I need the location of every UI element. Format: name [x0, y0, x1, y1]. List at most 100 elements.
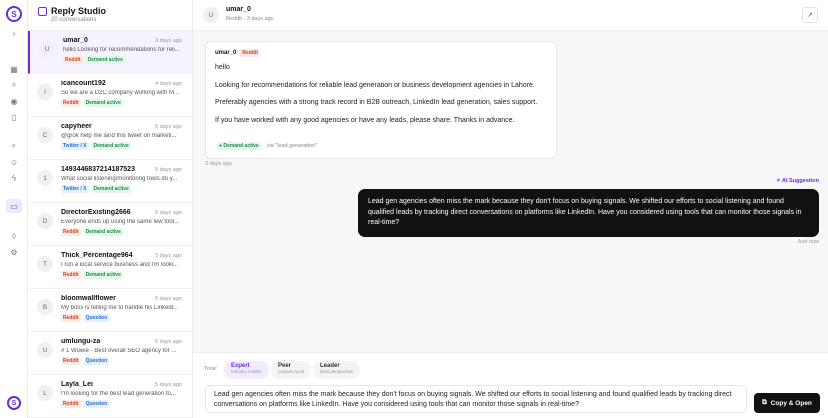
copy-open-button[interactable]: ⧉ Copy & Open — [754, 393, 820, 413]
conversation-item[interactable]: T Thick_Percentage964 5 days ago I run a lo… — [28, 246, 192, 289]
tag-badge: Reddit — [61, 228, 81, 236]
post-paragraph: If you have worked with any good agencie… — [215, 116, 515, 124]
external-link-icon[interactable]: ↗ — [802, 7, 818, 23]
tag-badge: Twitter / X — [61, 142, 89, 150]
panel-header: Reply Studio 20 conversations — [28, 0, 192, 31]
conversation-item[interactable]: Uumlungu-za 5 days ago # 1 Wowie - Best ov… — [28, 332, 192, 375]
conversation-time: 5 days ago — [155, 382, 182, 388]
avatar: T — [37, 256, 53, 272]
tag-badge: Question — [83, 314, 110, 322]
conversation-author: umlungu-za — [61, 338, 101, 345]
tag-badge: Reddit — [61, 314, 81, 322]
conversation-tags: Twitter / X Demand active — [61, 142, 184, 150]
tag-badge: Demand active — [83, 271, 123, 279]
copy-icon: ⧉ — [762, 399, 767, 406]
post-paragraph: Preferably agencies with a strong track … — [215, 99, 538, 106]
intent-label: Demand active — [223, 143, 259, 149]
thread-header: U umar_0 Reddit · 3 days ago ↗ — [193, 0, 828, 31]
conversation-author: capyheer — [61, 123, 92, 130]
conversation-item[interactable]: Ccapyheer 5 days ago @grok help me land th… — [28, 117, 192, 160]
workspace-logo[interactable]: S — [7, 396, 21, 410]
tag-badge: Question — [83, 357, 110, 365]
conversation-item[interactable]: 1 1493446837214187523 5 days ago What socia… — [28, 160, 192, 203]
avatar: B — [37, 299, 53, 315]
conversation-preview: So we are a D2C company working with M..… — [61, 90, 180, 96]
conversation-preview: @grok help me land this tweet on marketi… — [61, 133, 177, 139]
tag-badge: Reddit — [61, 271, 81, 279]
grid-icon[interactable]: ▦ — [8, 63, 20, 75]
shield-icon[interactable]: ◊ — [8, 230, 20, 242]
conversation-author: Thick_Percentage964 — [61, 252, 133, 259]
chat-icon[interactable]: ▭ — [6, 199, 22, 213]
thread-author: umar_0 — [226, 6, 251, 13]
reply-draft-textarea[interactable]: Lead gen agencies often miss the mark be… — [205, 385, 747, 413]
search-icon[interactable]: ⌕ — [8, 140, 20, 152]
settings-icon[interactable]: ⚙ — [8, 246, 20, 258]
tag-badge: Demand active — [85, 56, 125, 64]
tag-badge: Demand active — [83, 228, 123, 236]
conversation-tags: Reddit Question — [61, 357, 184, 365]
conversation-author: icancount192 — [61, 80, 106, 87]
phone-icon[interactable]: ▯ — [8, 111, 20, 123]
tone-desc: Bold perspective — [320, 369, 354, 374]
tone-label: Tone: — [204, 366, 218, 372]
intent-badge: ● Demand active — [217, 142, 261, 150]
conversation-tags: Reddit Question — [61, 314, 184, 322]
conversation-preview: # 1 Wowie - Best overall SEO agency for … — [61, 348, 177, 354]
conversation-time: 5 days ago — [155, 167, 182, 173]
conversation-time: 5 days ago — [155, 296, 182, 302]
tag-badge: Demand active — [91, 185, 131, 193]
conversation-tags: Reddit Demand active — [63, 56, 184, 64]
icon-rail: S › ▦ ⌕ ◉ ▯ ⌕ ☺ ϟ ▭ ◊ ⚙ S — [0, 0, 28, 418]
keyword-source: via "lead generation" — [266, 143, 318, 149]
tone-peer[interactable]: Peer Casual equal — [271, 361, 312, 379]
conversation-tags: Reddit Demand active — [61, 228, 184, 236]
rss-icon[interactable]: ◉ — [8, 95, 20, 107]
app-logo[interactable]: S — [6, 6, 22, 22]
conversation-tags: Reddit Demand active — [61, 271, 184, 279]
conversation-item[interactable]: L Layla_Lei 5 days ago I'm looking for the … — [28, 375, 192, 418]
panel-title: Reply Studio — [38, 6, 182, 16]
conversation-author: Layla_Lei — [61, 381, 93, 388]
avatar: L — [37, 385, 53, 401]
conversation-count: 20 conversations — [51, 17, 97, 23]
conversation-preview: Everyone ends up using the same few tool… — [61, 219, 180, 225]
conversation-preview: hello Looking for recommendations for re… — [63, 47, 180, 53]
tag-badge: Demand active — [83, 99, 123, 107]
search-icon[interactable]: ⌕ — [8, 79, 20, 91]
ai-suggestion-label: ✧ AI Suggestion — [776, 178, 819, 184]
avatar: D — [37, 213, 53, 229]
conversation-item[interactable]: D DirectorExisting2666 5 days ago Everyone … — [28, 203, 192, 246]
conversation-time: 5 days ago — [155, 210, 182, 216]
post-paragraph: hello — [215, 64, 230, 71]
app-title: Reply Studio — [51, 6, 107, 16]
avatar: U — [39, 41, 55, 57]
conversation-author: 1493446837214187523 — [61, 166, 135, 173]
thread-meta: Reddit · 3 days ago — [226, 16, 274, 22]
conversation-list: Uumar_0 3 days ago hello Looking for recom… — [28, 31, 192, 418]
tone-expert[interactable]: Expert Industry insider — [224, 361, 269, 379]
post-time: 3 days ago — [205, 161, 232, 167]
conversation-tags: Reddit Question — [61, 400, 184, 408]
conversation-item[interactable]: Bbloomwallflower 5 days ago My boss is tel… — [28, 289, 192, 332]
tag-badge: Twitter / X — [61, 185, 89, 193]
conversation-item[interactable]: Uumar_0 3 days ago hello Looking for recom… — [28, 31, 192, 74]
ai-suggestion-time: Just now — [797, 239, 819, 245]
conversation-author: bloomwallflower — [61, 295, 116, 302]
tone-desc: Casual equal — [278, 369, 305, 374]
conversation-tags: Twitter / X Demand active — [61, 185, 184, 193]
ai-label-text: AI Suggestion — [782, 178, 819, 184]
source-badge: Reddit — [240, 49, 260, 57]
copy-open-label: Copy & Open — [770, 399, 812, 407]
tag-badge: Reddit — [61, 357, 81, 365]
tone-leader[interactable]: Leader Bold perspective — [313, 361, 361, 379]
conversation-item[interactable]: Iicancount192 4 days ago So we are a D2C c… — [28, 74, 192, 117]
bolt-icon[interactable]: ϟ — [8, 172, 20, 184]
users-icon[interactable]: ☺ — [8, 156, 20, 168]
conversation-panel: Reply Studio 20 conversations Uumar_0 3 d… — [28, 0, 193, 418]
chevron-right-icon[interactable]: › — [8, 27, 20, 39]
avatar: U — [37, 342, 53, 358]
post-body: hello Looking for recommendations for re… — [215, 63, 547, 126]
avatar: I — [37, 84, 53, 100]
conversation-tags: Reddit Demand active — [61, 99, 184, 107]
